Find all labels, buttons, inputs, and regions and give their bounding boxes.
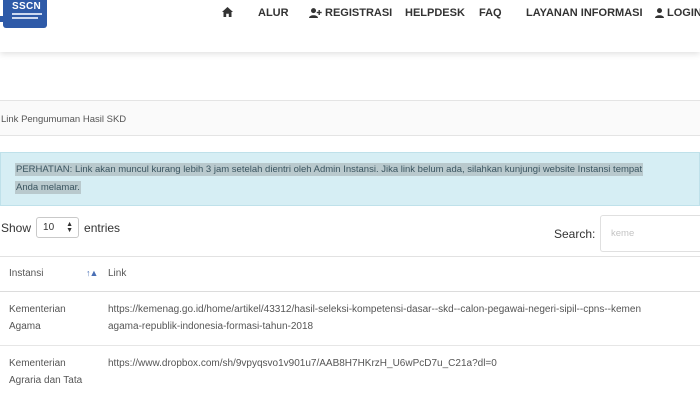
page-header: Link Pengumuman Hasil SKD <box>0 100 700 136</box>
nav-layanan-informasi-label: LAYANAN INFORMASI <box>526 7 643 19</box>
row-link-line-1[interactable]: https://www.dropbox.com/sh/9vpyqsvo1v901… <box>108 355 497 372</box>
header-link[interactable]: Link <box>108 268 126 279</box>
logo-text: SSCN <box>12 1 41 12</box>
top-navbar: SSCN ALUR REGISTRASI HELPDESK FAQ LAYANA… <box>0 0 700 52</box>
show-entries-control: Show 10 ▲ ▼ entries <box>1 217 120 238</box>
home-icon <box>222 7 233 17</box>
warning-alert: PERHATIAN: Link akan muncul kurang lebih… <box>0 152 700 206</box>
alert-text-line-1: PERHATIAN: Link akan muncul kurang lebih… <box>15 163 644 176</box>
user-plus-icon <box>309 8 322 18</box>
user-icon <box>655 8 664 18</box>
logo-subtitle-bar-2 <box>12 17 38 19</box>
row-link-line-1[interactable]: https://kemenag.go.id/home/artikel/43312… <box>108 301 641 318</box>
row-link-line-2[interactable]: agama-republik-indonesia-formasi-tahun-2… <box>108 318 313 335</box>
nav-login-label: LOGIN <box>667 7 700 19</box>
page-title: Link Pengumuman Hasil SKD <box>1 114 127 125</box>
nav-registrasi-label: REGISTRASI <box>325 7 393 19</box>
sort-asc-icon[interactable]: ↑▲ <box>86 268 98 278</box>
alert-text-line-2: Anda melamar. <box>15 181 81 194</box>
logo-subtitle-bar <box>12 13 42 15</box>
table-header: Instansi ↑▲ Link <box>0 256 700 292</box>
table-row: Kementerian Agama https://kemenag.go.id/… <box>0 292 700 346</box>
entries-select-value: 10 <box>43 222 55 233</box>
nav-helpdesk-label: HELPDESK <box>405 7 465 19</box>
nav-helpdesk[interactable]: HELPDESK <box>405 7 465 19</box>
nav-alur-label: ALUR <box>258 7 289 19</box>
nav-faq-label: FAQ <box>479 7 502 19</box>
row-instansi-line-1: Kementerian <box>9 304 66 315</box>
nav-layanan-informasi[interactable]: LAYANAN INFORMASI <box>526 7 643 19</box>
sscn-logo[interactable]: SSCN <box>3 0 47 28</box>
entries-select[interactable]: 10 ▲ ▼ <box>36 217 80 238</box>
nav-home[interactable] <box>222 7 233 17</box>
select-arrows-icon: ▲ ▼ <box>66 221 74 234</box>
table-row: Kementerian Agraria dan Tata https://www… <box>0 346 700 393</box>
header-instansi[interactable]: Instansi <box>9 268 43 279</box>
nav-login[interactable]: LOGIN <box>655 7 700 19</box>
search-label: Search: <box>554 227 596 241</box>
entries-label: entries <box>84 220 121 235</box>
nav-alur[interactable]: ALUR <box>258 7 289 19</box>
row-instansi-line-2: Agraria dan Tata <box>9 375 83 386</box>
row-instansi-line-2: Agama <box>9 321 41 332</box>
row-instansi-line-1: Kementerian <box>9 358 66 369</box>
nav-faq[interactable]: FAQ <box>479 7 502 19</box>
nav-registrasi[interactable]: REGISTRASI <box>309 7 392 19</box>
show-label: Show <box>1 220 32 235</box>
search-input[interactable] <box>600 215 700 252</box>
